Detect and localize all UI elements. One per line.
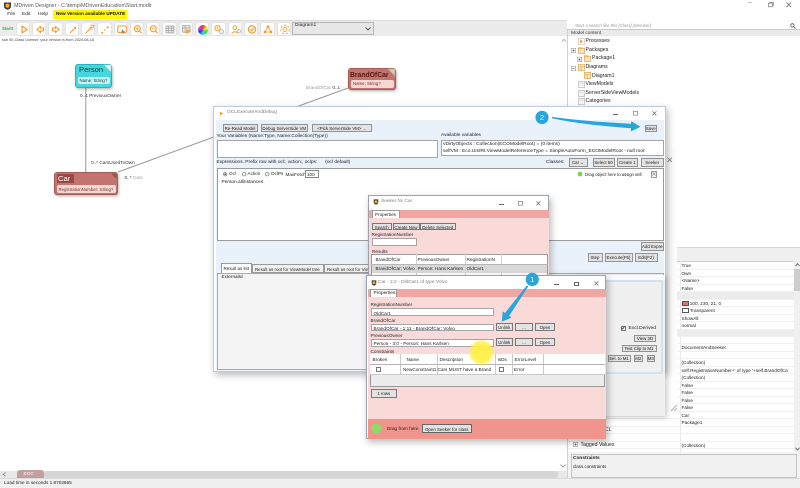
svg-text:2: 2 — [540, 113, 544, 122]
svg-text:1: 1 — [530, 275, 534, 284]
